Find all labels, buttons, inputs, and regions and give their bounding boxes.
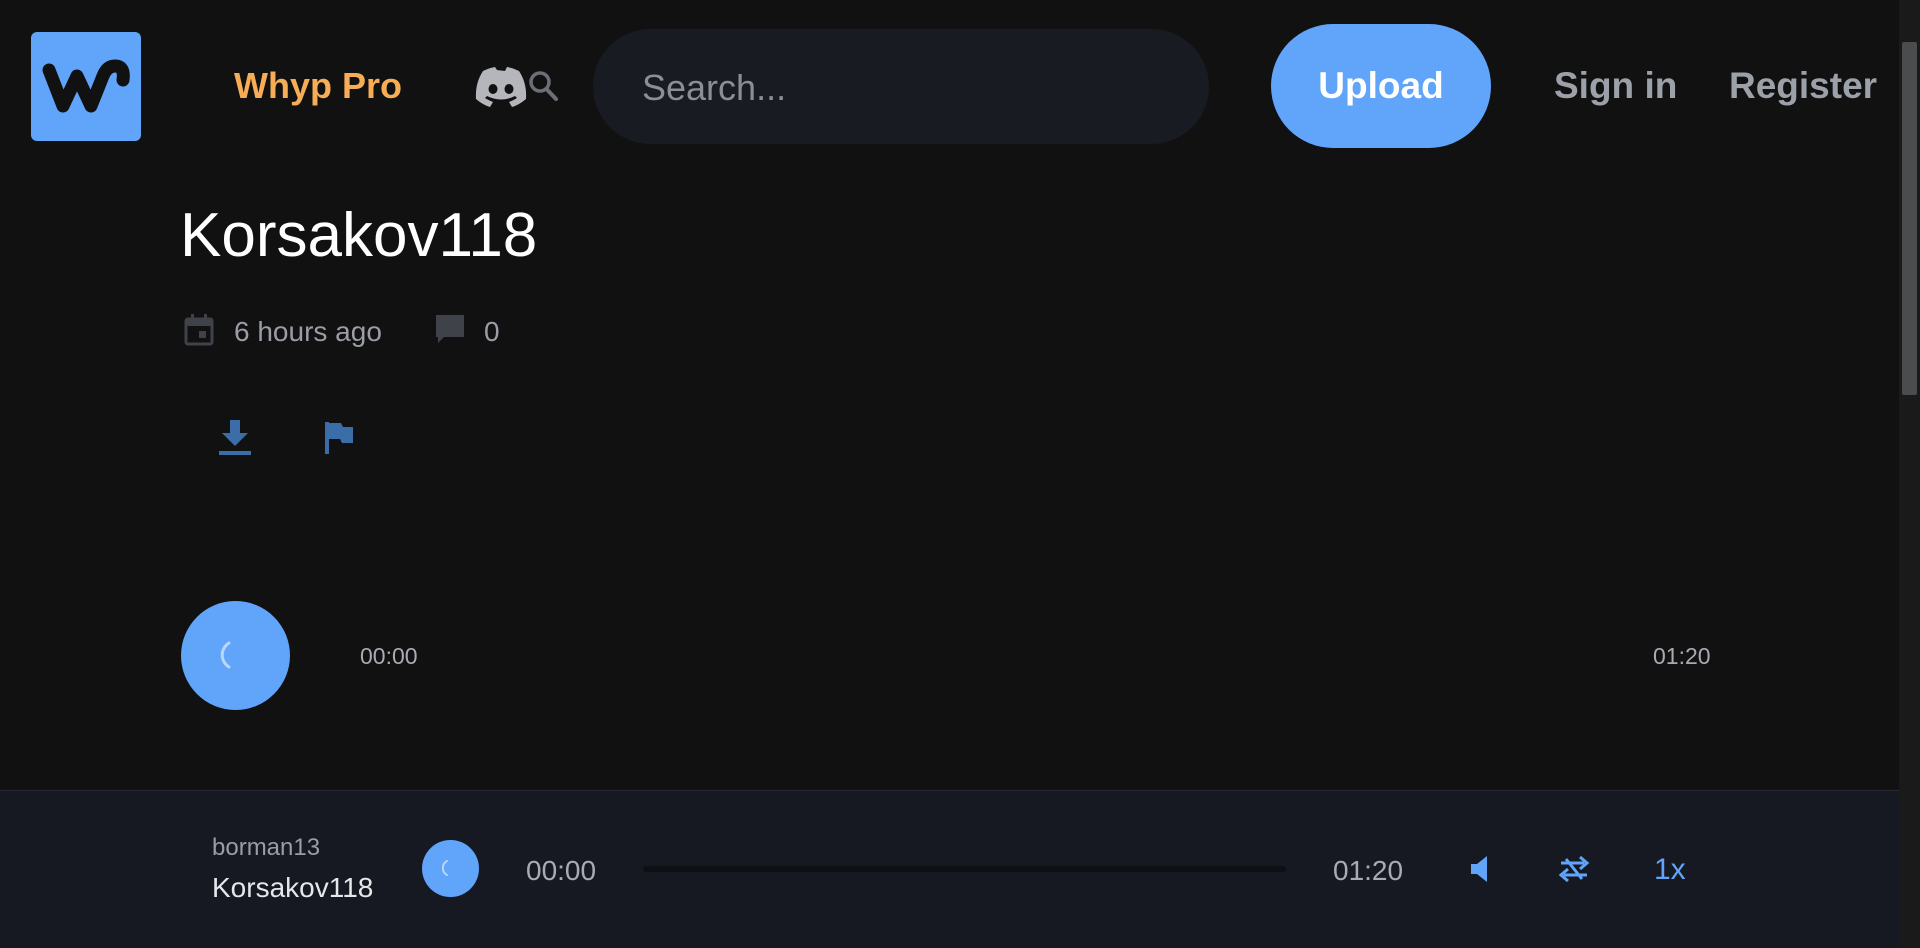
bottom-artist-name[interactable]: borman13 [212, 834, 320, 862]
register-link[interactable]: Register [1729, 65, 1877, 107]
playback-speed-button[interactable]: 1x [1654, 853, 1686, 887]
track-title: Korsakov118 [180, 201, 538, 270]
whyp-logo[interactable] [31, 32, 141, 141]
player-current-time: 00:00 [360, 643, 418, 669]
flag-icon[interactable] [322, 420, 356, 456]
search-icon[interactable] [528, 70, 560, 104]
search-box [593, 29, 1209, 144]
calendar-icon [184, 314, 214, 346]
whyp-logo-icon [42, 59, 130, 112]
repeat-icon[interactable] [1557, 853, 1591, 885]
upload-button[interactable]: Upload [1271, 24, 1491, 148]
discord-icon[interactable] [475, 67, 527, 107]
bottom-current-time: 00:00 [526, 855, 597, 886]
play-button[interactable] [181, 601, 290, 710]
posted-time: 6 hours ago [234, 316, 382, 347]
scrollbar-thumb[interactable] [1902, 42, 1917, 395]
sign-in-link[interactable]: Sign in [1554, 65, 1677, 107]
download-icon[interactable] [216, 418, 254, 458]
comment-count: 0 [484, 316, 500, 347]
loading-spinner-icon [441, 860, 448, 876]
volume-icon[interactable] [1467, 853, 1497, 885]
bottom-track-title[interactable]: Korsakov118 [212, 872, 373, 904]
whyp-pro-link[interactable]: Whyp Pro [234, 65, 402, 107]
waveform[interactable] [350, 600, 1720, 710]
search-input[interactable] [640, 57, 1114, 119]
loading-spinner-icon [220, 641, 231, 669]
bottom-play-button[interactable] [422, 840, 479, 897]
comment-icon [436, 315, 464, 343]
page: Whyp Pro Upload Sign in Register Korsako… [0, 0, 1920, 948]
bottom-duration: 01:20 [1333, 855, 1404, 886]
player-duration: 01:20 [1653, 643, 1711, 669]
progress-bar[interactable] [643, 866, 1286, 872]
